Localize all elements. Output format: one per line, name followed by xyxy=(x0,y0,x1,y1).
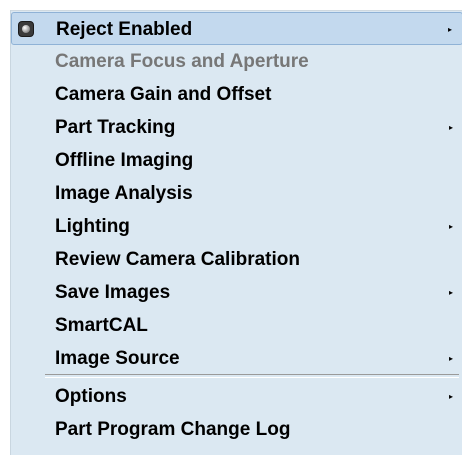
menu-separator xyxy=(45,374,459,378)
menu-top-edge xyxy=(11,10,462,11)
menu-item-label: SmartCAL xyxy=(55,315,148,336)
submenu-arrow-icon: ▸ xyxy=(448,222,453,231)
menu-item-label: Reject Enabled xyxy=(56,19,193,40)
menu-item-smartcal[interactable]: SmartCAL xyxy=(11,309,462,342)
menu-item-label: Image Source xyxy=(55,348,180,369)
menu-item-review-camera-calibration[interactable]: Review Camera Calibration xyxy=(11,243,462,276)
menu-item-part-tracking[interactable]: Part Tracking ▸ xyxy=(11,111,462,144)
submenu-arrow-icon: ▸ xyxy=(447,25,452,34)
menu-item-label: Camera Gain and Offset xyxy=(55,84,272,105)
menu-item-label: Offline Imaging xyxy=(55,150,194,171)
menu-item-camera-gain-and-offset[interactable]: Camera Gain and Offset xyxy=(11,78,462,111)
menu-item-lighting[interactable]: Lighting ▸ xyxy=(11,210,462,243)
submenu-arrow-icon: ▸ xyxy=(448,288,453,297)
checked-bullet-icon xyxy=(18,21,34,37)
menu-item-label: Save Images xyxy=(55,282,171,303)
menu-item-image-analysis[interactable]: Image Analysis xyxy=(11,177,462,210)
menu-item-image-source[interactable]: Image Source ▸ xyxy=(11,342,462,375)
context-menu: Reject Enabled ▸ Camera Focus and Apertu… xyxy=(10,10,462,455)
menu-item-reject-enabled[interactable]: Reject Enabled ▸ xyxy=(11,12,462,45)
menu-item-label: Part Program Change Log xyxy=(55,419,291,440)
submenu-arrow-icon: ▸ xyxy=(448,392,453,401)
menu-item-save-images[interactable]: Save Images ▸ xyxy=(11,276,462,309)
menu-item-options[interactable]: Options ▸ xyxy=(11,380,462,413)
menu-item-label: Options xyxy=(55,386,127,407)
menu-item-label: Image Analysis xyxy=(55,183,193,204)
menu-item-label: Review Camera Calibration xyxy=(55,249,300,270)
menu-item-offline-imaging[interactable]: Offline Imaging xyxy=(11,144,462,177)
menu-item-camera-focus-and-aperture[interactable]: Camera Focus and Aperture xyxy=(11,45,462,78)
menu-item-label: Lighting xyxy=(55,216,130,237)
submenu-arrow-icon: ▸ xyxy=(448,354,453,363)
menu-item-label: Camera Focus and Aperture xyxy=(55,51,309,72)
menu-item-part-program-change-log[interactable]: Part Program Change Log xyxy=(11,413,462,446)
submenu-arrow-icon: ▸ xyxy=(448,123,453,132)
menu-item-label: Part Tracking xyxy=(55,117,176,138)
